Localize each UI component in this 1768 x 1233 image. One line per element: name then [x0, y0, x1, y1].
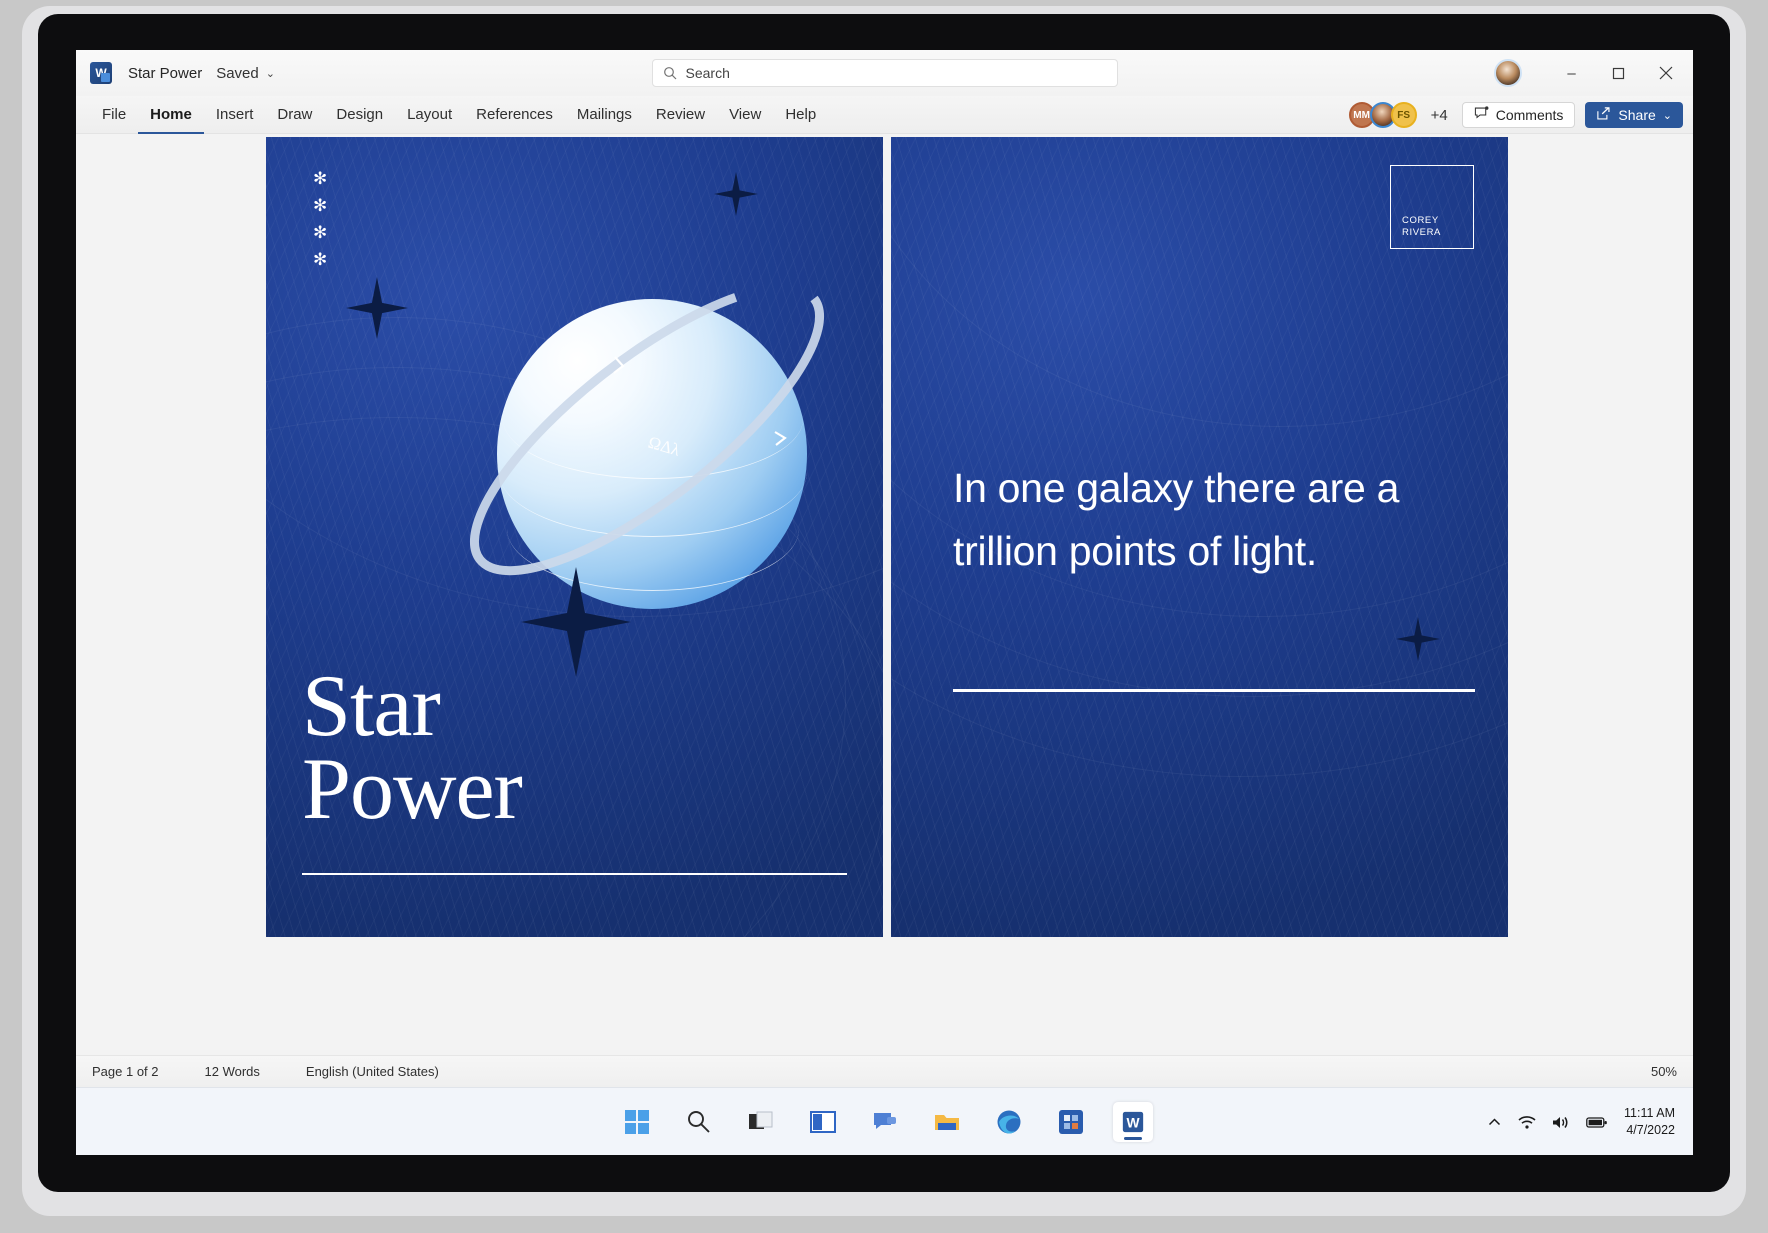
document-page-1[interactable]: ✻ ✻ ✻ ✻ ΩΔλ Star Power	[266, 137, 883, 937]
search-icon[interactable]	[679, 1102, 719, 1142]
ribbon-tabs: File Home Insert Draw Design Layout Refe…	[76, 96, 1693, 134]
share-icon	[1596, 106, 1611, 124]
search-input[interactable]: Search	[651, 59, 1118, 87]
chat-teams-icon[interactable]	[865, 1102, 905, 1142]
edge-browser-icon[interactable]	[989, 1102, 1029, 1142]
save-state-button[interactable]: Saved ⌄	[216, 65, 275, 82]
svg-text:ΩΔλ: ΩΔλ	[646, 433, 683, 460]
word-count[interactable]: 12 Words	[205, 1064, 260, 1079]
asterisk-icon: ✻	[313, 223, 328, 242]
volume-icon[interactable]	[1552, 1115, 1570, 1130]
desktop: W Star Power Saved ⌄ Search – File Home …	[0, 0, 1768, 1233]
planet-arrows: ΩΔλ	[613, 356, 787, 460]
window-controls: –	[1494, 50, 1693, 96]
more-collaborators-count[interactable]: +4	[1431, 107, 1448, 124]
star-icon	[1396, 617, 1440, 661]
avatar[interactable]	[1494, 59, 1522, 87]
title-underline-rule	[302, 872, 847, 875]
taskbar: W 11:11 AM 4/7/2022	[76, 1087, 1693, 1155]
minimize-button[interactable]: –	[1548, 50, 1595, 96]
chevron-down-icon: ⌄	[1662, 109, 1672, 122]
start-icon[interactable]	[617, 1102, 657, 1142]
zoom-level[interactable]: 50%	[1651, 1064, 1677, 1079]
search-icon	[663, 66, 677, 80]
widgets-icon[interactable]	[803, 1102, 843, 1142]
word-window: W Star Power Saved ⌄ Search – File Home …	[76, 50, 1693, 1087]
microsoft-store-icon[interactable]	[1051, 1102, 1091, 1142]
clock-date: 4/7/2022	[1626, 1123, 1675, 1137]
close-button[interactable]	[1642, 50, 1689, 96]
star-icon	[714, 172, 758, 216]
document-title: Star Power	[128, 64, 203, 82]
word-icon[interactable]: W	[1112, 1101, 1153, 1142]
tab-mailings[interactable]: Mailings	[565, 96, 644, 134]
author-line-1: COREY	[1402, 215, 1439, 227]
tab-layout[interactable]: Layout	[395, 96, 464, 134]
planet-illustration: ΩΔλ	[469, 282, 825, 609]
battery-icon[interactable]	[1586, 1116, 1608, 1129]
star-icon	[521, 567, 631, 677]
author-name-box: COREY RIVERA	[1390, 165, 1474, 249]
language-indicator[interactable]: English (United States)	[306, 1064, 439, 1079]
document-page-2[interactable]: COREY RIVERA In one galaxy there are a t…	[891, 137, 1508, 937]
word-icon: W	[90, 62, 112, 84]
tab-review[interactable]: Review	[644, 96, 717, 134]
status-bar: Page 1 of 2 12 Words English (United Sta…	[76, 1055, 1693, 1087]
search-placeholder: Search	[685, 65, 730, 81]
tab-view[interactable]: View	[717, 96, 773, 134]
title-line-2: Power	[302, 741, 523, 839]
wifi-icon[interactable]	[1518, 1115, 1536, 1130]
clock-time: 11:11 AM	[1624, 1106, 1675, 1121]
asterisk-icon: ✻	[313, 196, 328, 215]
save-state-label: Saved	[216, 64, 259, 82]
ribbon-right-actions: MM FS +4 Comments Share ⌄	[1348, 96, 1683, 134]
comments-label: Comments	[1495, 107, 1564, 123]
screen: W Star Power Saved ⌄ Search – File Home …	[76, 50, 1693, 1155]
chevron-down-icon: ⌄	[265, 67, 275, 80]
tab-draw[interactable]: Draw	[265, 96, 324, 134]
tab-help[interactable]: Help	[773, 96, 828, 134]
task-view-icon[interactable]	[741, 1102, 781, 1142]
svg-text:W: W	[1126, 1114, 1140, 1130]
chevron-up-icon[interactable]	[1487, 1115, 1502, 1130]
collaborator-avatars: MM FS	[1348, 102, 1417, 128]
asterisk-decoration: ✻ ✻ ✻ ✻	[313, 170, 327, 268]
clock[interactable]: 11:11 AM 4/7/2022	[1624, 1105, 1675, 1139]
quote-underline-rule	[953, 689, 1475, 692]
asterisk-icon: ✻	[313, 250, 328, 269]
document-pages: ✻ ✻ ✻ ✻ ΩΔλ Star Power COREY RIVERA In o…	[266, 137, 1508, 937]
maximize-button[interactable]	[1595, 50, 1642, 96]
page-title: Star Power	[302, 657, 523, 839]
comment-icon	[1474, 106, 1489, 124]
comments-button[interactable]: Comments	[1461, 102, 1576, 128]
tab-home[interactable]: Home	[138, 96, 204, 134]
collaborator-avatar-fs[interactable]: FS	[1390, 102, 1417, 128]
star-icon	[346, 277, 408, 339]
tab-insert[interactable]: Insert	[204, 96, 266, 134]
share-label: Share	[1618, 107, 1656, 123]
page-indicator[interactable]: Page 1 of 2	[92, 1064, 159, 1079]
quote-text: In one galaxy there are a trillion point…	[953, 465, 1400, 574]
tab-references[interactable]: References	[464, 96, 565, 134]
tab-design[interactable]: Design	[324, 96, 395, 134]
system-tray: 11:11 AM 4/7/2022	[1487, 1088, 1675, 1155]
asterisk-icon: ✻	[313, 169, 328, 188]
title-line-1: Star	[302, 657, 441, 755]
share-button[interactable]: Share ⌄	[1585, 102, 1683, 128]
title-bar: W Star Power Saved ⌄ Search –	[76, 50, 1693, 96]
document-canvas[interactable]: ✻ ✻ ✻ ✻ ΩΔλ Star Power COREY RIVERA In o…	[76, 134, 1693, 1055]
tab-file[interactable]: File	[90, 96, 138, 134]
file-explorer-icon[interactable]	[927, 1102, 967, 1142]
author-line-2: RIVERA	[1402, 227, 1441, 239]
